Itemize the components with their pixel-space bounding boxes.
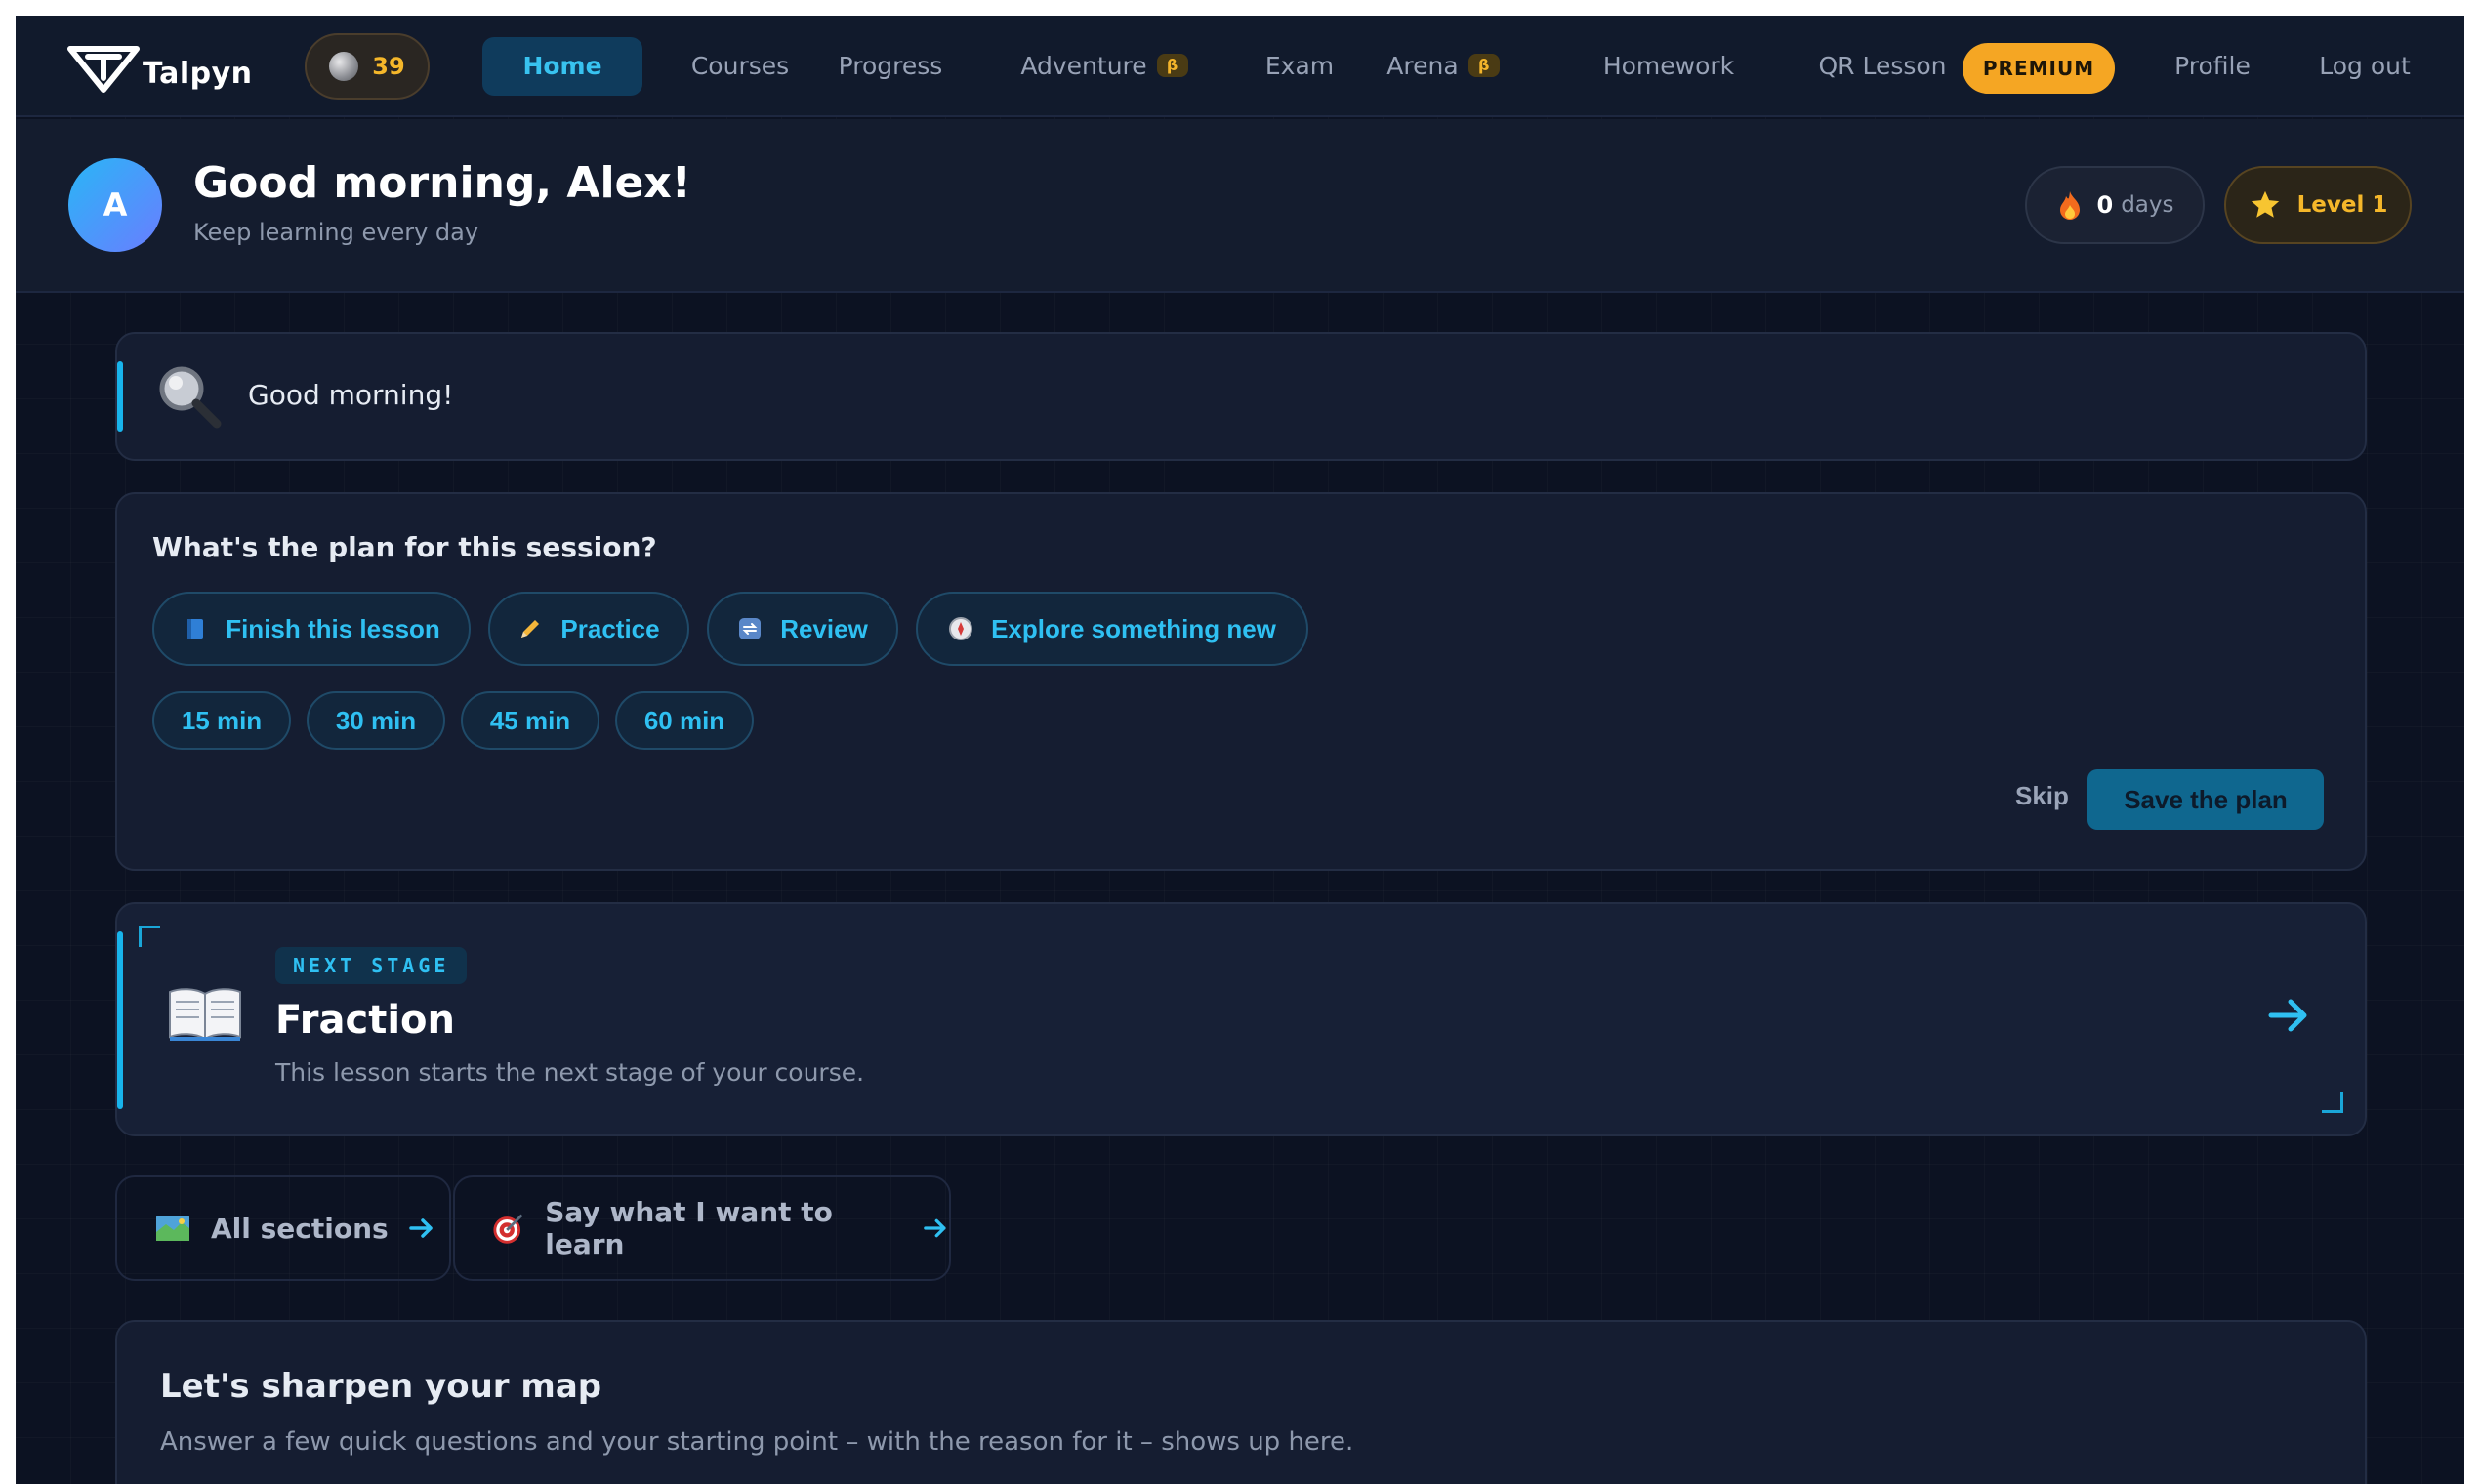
nav-qr-lesson[interactable]: QR Lesson [1814,37,1951,96]
greeting-header: A Good morning, Alex! Keep learning ever… [16,119,2464,293]
logo-icon [67,46,140,93]
goal-label: Practice [560,613,660,643]
accent-bar [117,361,123,432]
page-subtitle: Keep learning every day [193,219,479,246]
greeting-card: Good morning! [115,332,2367,461]
duration-60-button[interactable]: 60 min [615,691,754,750]
top-navbar: Talpyn 39 Home Courses Progress Adventur… [16,16,2464,117]
level-badge[interactable]: Level 1 [2224,166,2412,244]
goal-label: Explore something new [991,613,1276,643]
nav-courses[interactable]: Courses [672,37,808,96]
fire-icon [2059,191,2080,220]
coin-count: 39 [372,53,405,80]
open-book-icon [169,988,241,1041]
session-plan-card: What's the plan for this session? Finish… [115,492,2367,871]
nav-home[interactable]: Home [482,37,642,96]
duration-30-button[interactable]: 30 min [307,691,445,750]
sharpen-map-card: Let's sharpen your map Answer a few quic… [115,1320,2367,1484]
page-title: Good morning, Alex! [193,158,691,208]
repeat-icon [739,618,762,639]
nav-progress[interactable]: Progress [822,37,959,96]
coin-balance[interactable]: 39 [305,33,430,100]
pencil-icon [521,620,540,638]
app-frame: Talpyn 39 Home Courses Progress Adventur… [16,16,2464,1484]
say-what-label: Say what I want to learn [545,1196,833,1260]
nav-arena-label: Arena [1386,52,1459,80]
streak-unit: days [2121,192,2174,218]
logo[interactable]: Talpyn [66,39,253,94]
book-icon [187,619,204,639]
avatar[interactable]: A [68,158,162,252]
compass-icon [949,617,973,640]
coin-icon [329,52,359,81]
nav-logout[interactable]: Log out [2296,37,2433,96]
all-sections-label: All sections [211,1212,389,1245]
goal-practice-button[interactable]: Practice [488,592,689,666]
nav-adventure[interactable]: Adventure β [992,37,1217,96]
goal-label: Finish this lesson [226,613,440,643]
plan-question: What's the plan for this session? [152,531,657,563]
next-stage-description: This lesson starts the next stage of you… [275,1058,865,1087]
next-stage-title: Fraction [275,998,455,1043]
level-label: Level 1 [2296,192,2388,218]
star-icon [2251,190,2279,218]
save-plan-button[interactable]: Save the plan [2087,769,2324,830]
goal-explore-button[interactable]: Explore something new [916,592,1308,666]
map-card-title: Let's sharpen your map [160,1367,602,1406]
nav-adventure-label: Adventure [1020,52,1147,80]
next-stage-card[interactable]: NEXT STAGE Fraction This lesson starts t… [115,902,2367,1136]
corner-decoration [139,926,160,947]
map-icon [156,1216,189,1241]
say-what-to-learn-button[interactable]: Say what I want to learn [453,1175,951,1281]
duration-15-button[interactable]: 15 min [152,691,291,750]
accent-bar [117,931,123,1109]
streak-count: 0 [2096,191,2114,219]
arrow-right-icon [924,1218,946,1238]
goal-finish-lesson-button[interactable]: Finish this lesson [152,592,471,666]
goal-label: Review [780,613,868,643]
target-icon [493,1214,523,1244]
beta-badge: β [1156,54,1188,77]
nav-profile[interactable]: Profile [2154,37,2271,96]
all-sections-button[interactable]: All sections [115,1175,451,1281]
arrow-right-icon [408,1218,433,1238]
nav-exam[interactable]: Exam [1246,37,1353,96]
duration-45-button[interactable]: 45 min [461,691,599,750]
streak-badge[interactable]: 0 days [2025,166,2205,244]
next-stage-tag: NEXT STAGE [275,947,468,984]
goal-review-button[interactable]: Review [707,592,898,666]
premium-badge[interactable]: PREMIUM [1963,43,2115,94]
magnifier-icon [159,366,222,429]
skip-button[interactable]: Skip [2015,781,2069,811]
map-card-subtitle: Answer a few quick questions and your st… [160,1427,1354,1457]
arrow-right-icon[interactable] [2265,992,2312,1039]
logo-text: Talpyn [143,56,253,91]
corner-decoration [2322,1092,2343,1113]
greeting-text: Good morning! [248,379,454,411]
nav-homework[interactable]: Homework [1586,37,1752,96]
beta-badge: β [1467,54,1500,77]
nav-arena[interactable]: Arena β [1375,37,1511,96]
